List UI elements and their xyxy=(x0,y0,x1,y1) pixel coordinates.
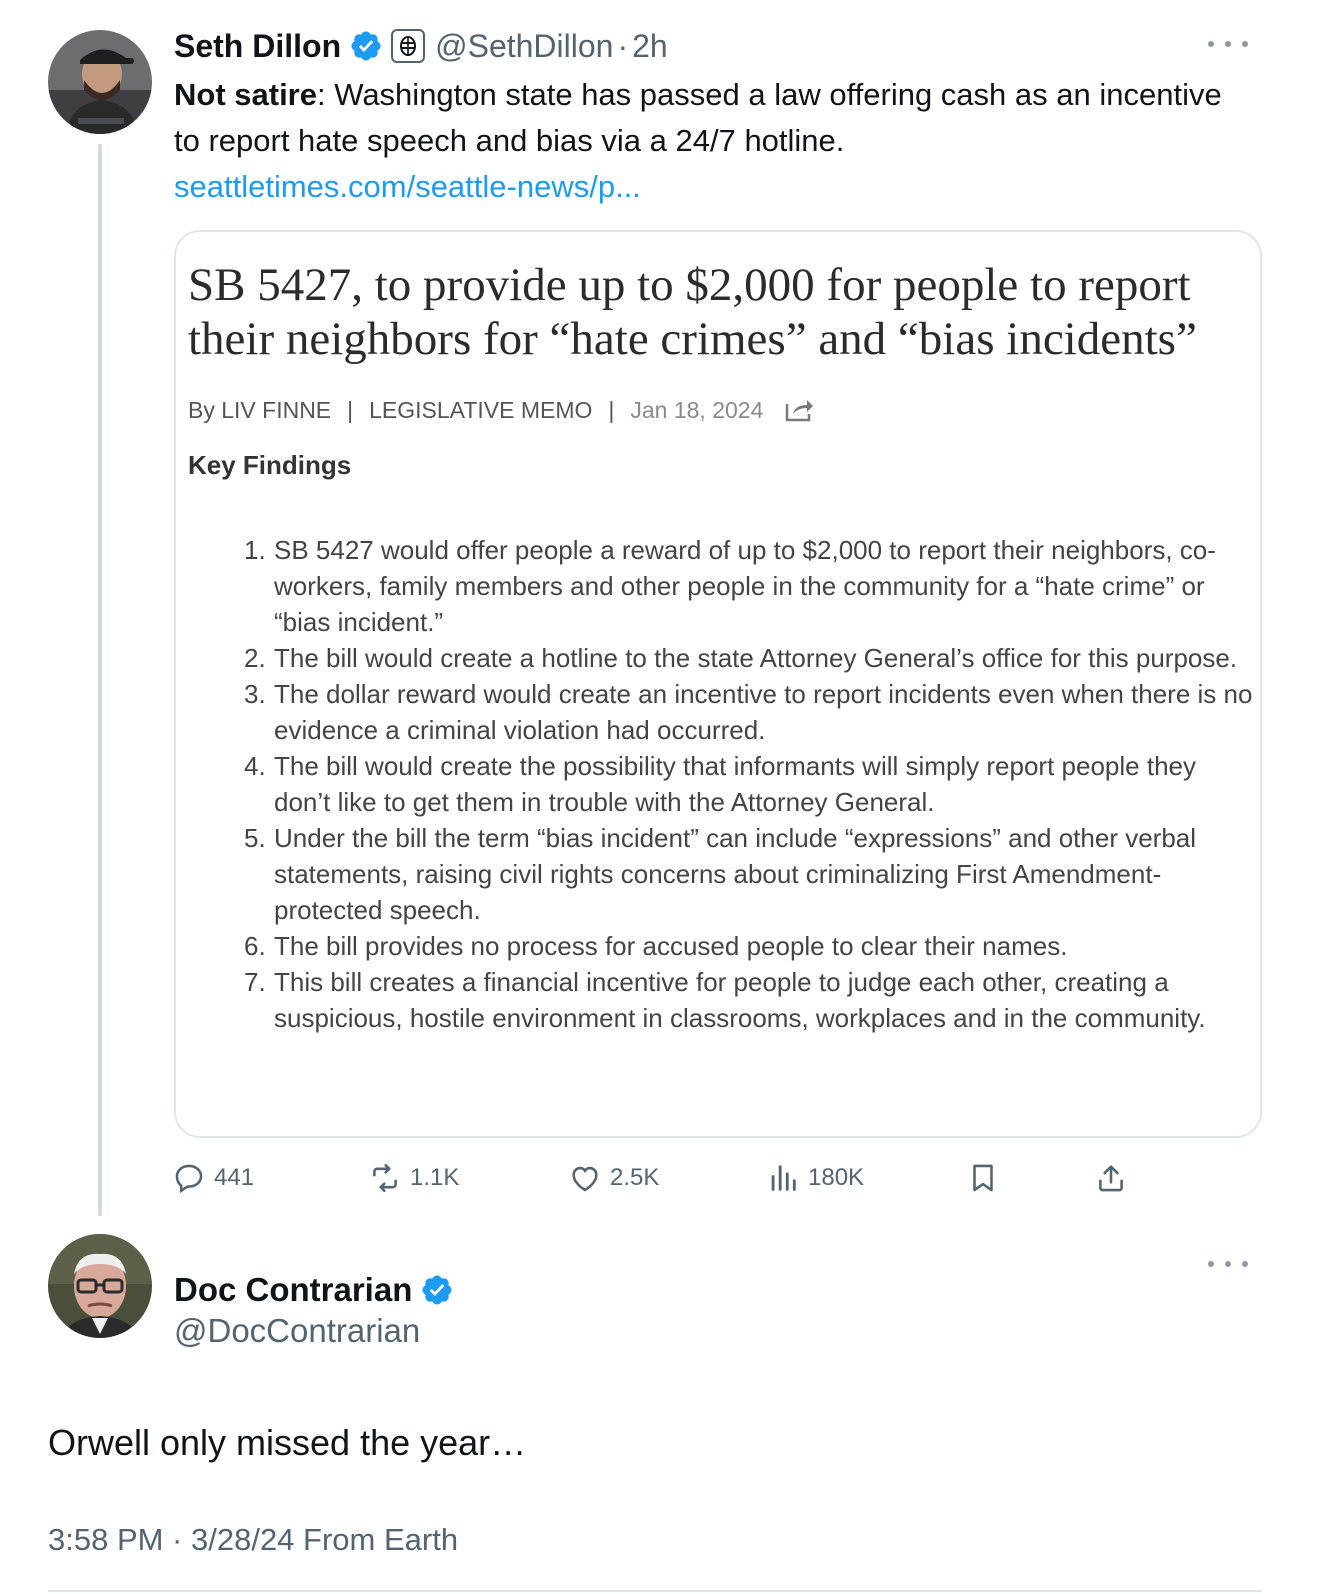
article-headline: SB 5427, to provide up to $2,000 for peo… xyxy=(188,259,1197,365)
finding-text: The dollar reward would create an incent… xyxy=(274,679,1253,745)
finding-number: 6. xyxy=(244,931,266,961)
finding-item: 3. The dollar reward would create an ince… xyxy=(244,676,1254,748)
finding-number: 7. xyxy=(244,967,266,997)
verified-badge-icon[interactable] xyxy=(420,1273,454,1307)
finding-item: 4. The bill would create the possibility … xyxy=(244,748,1254,820)
tweet-link[interactable]: seattletimes.com/seattle-news/p... xyxy=(174,164,1254,210)
reply-author-header: Doc Contrarian xyxy=(174,1268,454,1312)
finding-item: 6. The bill provides no process for accus… xyxy=(244,928,1254,964)
key-findings-heading: Key Findings xyxy=(188,450,352,480)
byline-type: LEGISLATIVE MEMO xyxy=(369,396,593,423)
reply-author-handle[interactable]: @DocContrarian xyxy=(174,1312,420,1350)
attached-article-image[interactable]: SB 5427, to provide up to $2,000 for peo… xyxy=(174,230,1262,1138)
finding-text: The bill provides no process for accused… xyxy=(274,931,1068,961)
finding-item: 2. The bill would create a hotline to the… xyxy=(244,640,1254,676)
bookmark-button[interactable] xyxy=(966,1160,1000,1196)
finding-item: 1. SB 5427 would offer people a reward of… xyxy=(244,532,1254,640)
finding-number: 1. xyxy=(244,535,266,565)
reply-bubble-icon xyxy=(172,1161,206,1195)
more-dots-icon[interactable] xyxy=(1208,1254,1248,1274)
finding-number: 4. xyxy=(244,751,266,781)
repost-button[interactable]: 1.1K xyxy=(368,1160,459,1196)
repost-icon xyxy=(368,1161,402,1195)
repost-count: 1.1K xyxy=(410,1164,460,1191)
byline-separator: | xyxy=(608,396,615,423)
byline-author: By LIV FINNE xyxy=(188,396,332,423)
like-button[interactable]: 2.5K xyxy=(568,1160,659,1196)
finding-number: 5. xyxy=(244,823,266,853)
header-separator: · xyxy=(617,27,629,64)
finding-item: 7. This bill creates a financial incentiv… xyxy=(244,964,1254,1036)
finding-number: 3. xyxy=(244,679,266,709)
key-findings-list: 1. SB 5427 would offer people a reward of… xyxy=(244,532,1254,1036)
reply-button[interactable]: 441 xyxy=(172,1160,254,1196)
finding-text: Under the bill the term “bias incident” … xyxy=(274,823,1197,925)
more-dots-icon[interactable] xyxy=(1208,34,1248,54)
seth-dillon-avatar[interactable] xyxy=(48,30,152,134)
reply-timestamp[interactable]: 3:58 PM · 3/28/24 From Earth xyxy=(48,1522,458,1558)
author-display-name[interactable]: Seth Dillon xyxy=(174,28,341,65)
like-count: 2.5K xyxy=(610,1164,660,1191)
tweet-body: Not satire: Washington state has passed … xyxy=(174,72,1254,210)
finding-text: This bill creates a financial incentive … xyxy=(274,967,1206,1033)
author-handle[interactable]: @SethDillon xyxy=(435,28,613,65)
views-bar-chart-icon xyxy=(766,1161,800,1195)
byline-date: Jan 18, 2024 xyxy=(630,396,764,423)
finding-number: 2. xyxy=(244,643,266,673)
reply-count: 441 xyxy=(214,1164,255,1191)
divider xyxy=(48,1590,1262,1592)
tweet-time-ago[interactable]: 2h xyxy=(632,28,668,65)
reply-text: Orwell only missed the year… xyxy=(48,1422,527,1463)
tweet-text-bold: Not satire xyxy=(174,77,317,112)
tweet-header: Seth Dillon @SethDillon · 2h xyxy=(174,24,668,68)
byline-separator: | xyxy=(347,396,354,423)
tweet-thread-view: Seth Dillon @SethDillon · 2h Not satire:… xyxy=(0,0,1317,1594)
thread-connector-line xyxy=(98,144,102,1216)
verified-badge-icon[interactable] xyxy=(349,29,383,63)
doc-contrarian-avatar[interactable] xyxy=(48,1234,152,1338)
share-button[interactable] xyxy=(1094,1160,1128,1196)
tweet-text: : Washington state has passed a law offe… xyxy=(174,77,1222,158)
reply-author-display-name[interactable]: Doc Contrarian xyxy=(174,1271,412,1309)
heart-icon xyxy=(568,1161,602,1195)
finding-text: SB 5427 would offer people a reward of u… xyxy=(274,535,1216,637)
finding-item: 5. Under the bill the term “bias incident… xyxy=(244,820,1254,928)
share-arrow-icon xyxy=(783,396,815,424)
views-button[interactable]: 180K xyxy=(766,1160,864,1196)
babylon-bee-affiliate-icon[interactable] xyxy=(391,29,426,63)
views-count: 180K xyxy=(808,1164,865,1191)
finding-text: The bill would create the possibility th… xyxy=(274,751,1196,817)
finding-text: The bill would create a hotline to the s… xyxy=(274,643,1238,673)
article-byline: By LIV FINNE | LEGISLATIVE MEMO | Jan 18… xyxy=(188,392,815,428)
share-upload-icon xyxy=(1094,1161,1128,1195)
bookmark-icon xyxy=(966,1161,1000,1195)
